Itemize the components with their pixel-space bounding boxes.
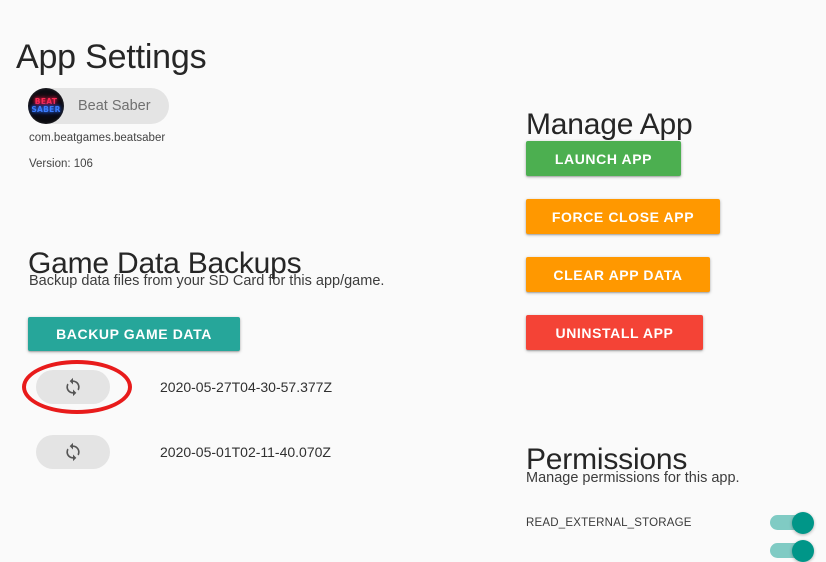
app-settings-page: App Settings BEAT SABER Beat Saber com.b… bbox=[0, 0, 826, 562]
backups-subtitle: Backup data files from your SD Card for … bbox=[29, 273, 385, 289]
sync-restore-icon bbox=[63, 377, 83, 397]
restore-backup-button[interactable] bbox=[36, 435, 110, 469]
beat-saber-app-icon: BEAT SABER bbox=[28, 88, 64, 124]
backup-timestamp: 2020-05-27T04-30-57.377Z bbox=[160, 379, 333, 395]
force-close-app-button[interactable]: FORCE CLOSE APP bbox=[526, 199, 720, 234]
manage-app-heading: Manage App bbox=[526, 107, 693, 141]
app-version-text: Version: 106 bbox=[29, 158, 93, 170]
sync-restore-icon bbox=[63, 442, 83, 462]
backup-game-data-button[interactable]: BACKUP GAME DATA bbox=[28, 317, 240, 351]
backup-list-item: 2020-05-27T04-30-57.377Z bbox=[36, 370, 332, 404]
launch-app-button[interactable]: LAUNCH APP bbox=[526, 141, 681, 176]
right-column: Manage App LAUNCH APP FORCE CLOSE APP CL… bbox=[500, 0, 826, 562]
permission-toggle[interactable] bbox=[770, 540, 814, 562]
uninstall-app-button[interactable]: UNINSTALL APP bbox=[526, 315, 703, 350]
permission-row bbox=[526, 540, 814, 562]
backup-timestamp: 2020-05-01T02-11-40.070Z bbox=[160, 444, 331, 460]
clear-app-data-button[interactable]: CLEAR APP DATA bbox=[526, 257, 710, 292]
app-chip-label: Beat Saber bbox=[78, 98, 151, 114]
app-chip[interactable]: BEAT SABER Beat Saber bbox=[28, 88, 169, 124]
app-icon-text-bottom: SABER bbox=[31, 105, 61, 114]
restore-backup-button[interactable] bbox=[36, 370, 110, 404]
app-package-name: com.beatgames.beatsaber bbox=[29, 132, 166, 144]
backup-list-item: 2020-05-01T02-11-40.070Z bbox=[36, 435, 331, 469]
left-column: BEAT SABER Beat Saber com.beatgames.beat… bbox=[0, 0, 500, 541]
permissions-subtitle: Manage permissions for this app. bbox=[526, 470, 740, 486]
toggle-knob bbox=[792, 512, 814, 534]
toggle-knob bbox=[792, 540, 814, 562]
permission-toggle[interactable] bbox=[770, 512, 814, 534]
permission-row: READ_EXTERNAL_STORAGE bbox=[526, 512, 814, 534]
permission-label: READ_EXTERNAL_STORAGE bbox=[526, 517, 692, 529]
